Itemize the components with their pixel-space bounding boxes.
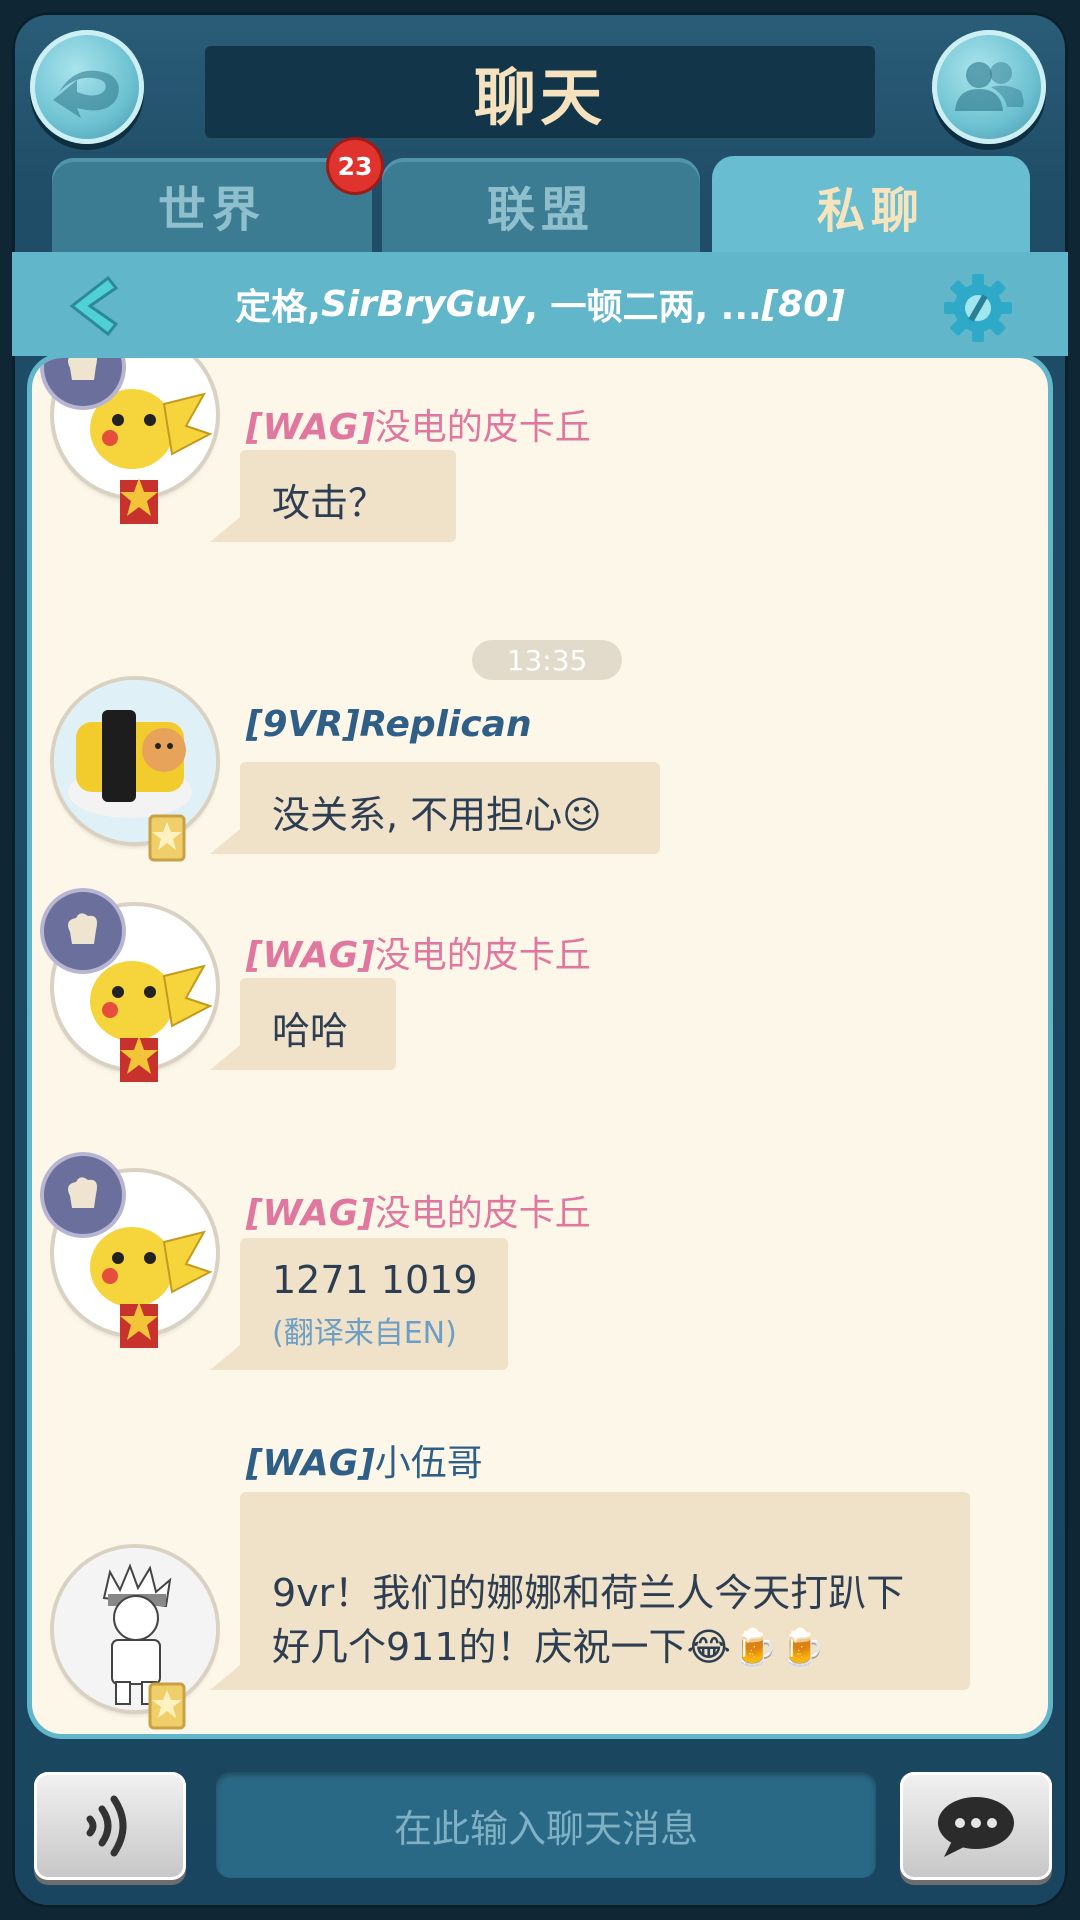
title-bar: 聊天 — [205, 46, 875, 138]
rank-medal-icon — [120, 1302, 158, 1348]
sender-tag: [WAG] — [246, 407, 375, 448]
tab-world-label: 世界 — [157, 182, 266, 238]
message-text: 哈哈 — [272, 1009, 349, 1053]
voice-button[interactable] — [34, 1772, 186, 1880]
conversation-header: 定格, SirBryGuy, 一顿二两, ... [80] — [12, 252, 1068, 356]
page-title: 聊天 — [473, 61, 606, 134]
tab-alliance-label: 联盟 — [486, 182, 595, 238]
sender-nick: 小伍哥 — [374, 1443, 483, 1484]
sender-nick: Replican — [359, 704, 532, 745]
conversation-title: 定格, SirBryGuy, 一顿二两, ... [80] — [142, 252, 938, 356]
sender-name: [WAG]小伍哥 — [246, 1434, 483, 1486]
message-bubble[interactable]: 1271 1019 (翻译来自EN) — [210, 1238, 508, 1370]
chef-hat-badge — [44, 892, 122, 970]
chef-hat-icon — [68, 1177, 97, 1208]
chevron-left-icon[interactable] — [62, 274, 122, 338]
rank-medal-icon — [120, 478, 158, 524]
sender-name: [WAG]没电的皮卡丘 — [246, 398, 591, 450]
conversation-title-part4: [80] — [761, 283, 845, 325]
message-bubble[interactable]: 攻击？ — [210, 450, 456, 542]
chat-message: [9VR]Replican 没关系, 不用担心😉 — [32, 680, 1048, 862]
chat-message: [WAG]没电的皮卡丘 攻击？ — [32, 358, 1048, 558]
sender-tag: [WAG] — [246, 935, 375, 976]
tab-alliance[interactable]: 联盟 — [382, 158, 700, 252]
conversation-title-part1: 定格, — [235, 287, 321, 328]
chat-input[interactable]: 在此输入聊天消息 — [216, 1772, 876, 1878]
sender-tag: [WAG] — [246, 1193, 375, 1234]
chat-panel[interactable]: [WAG]没电的皮卡丘 攻击？ 13:35 [9VR]Replican 没关系,… — [32, 358, 1048, 1734]
message-bubble[interactable]: 没关系, 不用担心😉 — [210, 762, 660, 854]
voice-wave-icon — [86, 1795, 127, 1857]
timestamp-text: 13:35 — [506, 643, 588, 677]
sender-name: [WAG]没电的皮卡丘 — [246, 926, 591, 978]
message-bubble[interactable]: 哈哈 — [210, 978, 396, 1070]
unread-badge: 23 — [329, 140, 381, 192]
rank-medal-icon — [148, 1682, 186, 1730]
message-text: 1271 1019 — [272, 1258, 478, 1302]
conversation-title-part2: SirBryGuy — [320, 283, 525, 325]
friends-button[interactable] — [932, 30, 1046, 144]
chat-bubble-icon — [938, 1797, 1014, 1857]
rank-medal-icon — [120, 1036, 158, 1082]
tab-private[interactable]: 私聊 — [712, 156, 1030, 256]
chat-input-placeholder: 在此输入聊天消息 — [393, 1806, 698, 1851]
translation-note: (翻译来自EN) — [272, 1316, 457, 1351]
chef-hat-icon — [68, 913, 97, 944]
chat-message: [WAG]没电的皮卡丘 1271 1019 (翻译来自EN) — [32, 1156, 1048, 1386]
message-text-line2: 好几个911的！庆祝一下😂🍺🍺 — [272, 1625, 826, 1669]
message-text: 攻击？ — [272, 481, 387, 525]
message-bubble[interactable]: 9vr！我们的娜娜和荷兰人今天打趴下 好几个911的！庆祝一下😂🍺🍺 — [210, 1492, 970, 1690]
conversation-title-part3: , 一顿二两, ... — [524, 287, 762, 328]
send-button[interactable] — [900, 1772, 1052, 1880]
chef-hat-badge — [44, 1156, 122, 1234]
message-text-line1: 9vr！我们的娜娜和荷兰人今天打趴下 — [272, 1571, 905, 1615]
sender-nick: 没电的皮卡丘 — [374, 935, 591, 976]
sender-tag: [WAG] — [246, 1443, 375, 1484]
rank-medal-icon — [148, 814, 186, 862]
chef-hat-icon — [68, 358, 97, 380]
sender-tag: [9VR] — [246, 704, 360, 745]
tab-world[interactable]: 世界 — [52, 158, 372, 252]
sender-name: [9VR]Replican — [246, 704, 532, 745]
message-text: 没关系, 不用担心😉 — [272, 793, 602, 837]
timestamp-pill: 13:35 — [472, 640, 622, 680]
chat-message: [WAG]小伍哥 9vr！我们的娜娜和荷兰人今天打趴下 好几个911的！庆祝一下… — [32, 1428, 1048, 1730]
back-button[interactable] — [30, 30, 144, 144]
back-arrow-icon — [53, 70, 119, 118]
tab-private-label: 私聊 — [816, 183, 925, 239]
sender-nick: 没电的皮卡丘 — [374, 1193, 591, 1234]
chat-message: [WAG]没电的皮卡丘 哈哈 — [32, 892, 1048, 1092]
sender-name: [WAG]没电的皮卡丘 — [246, 1184, 591, 1236]
friends-icon — [955, 62, 1024, 111]
gear-icon[interactable] — [942, 272, 1014, 344]
sender-nick: 没电的皮卡丘 — [374, 407, 591, 448]
